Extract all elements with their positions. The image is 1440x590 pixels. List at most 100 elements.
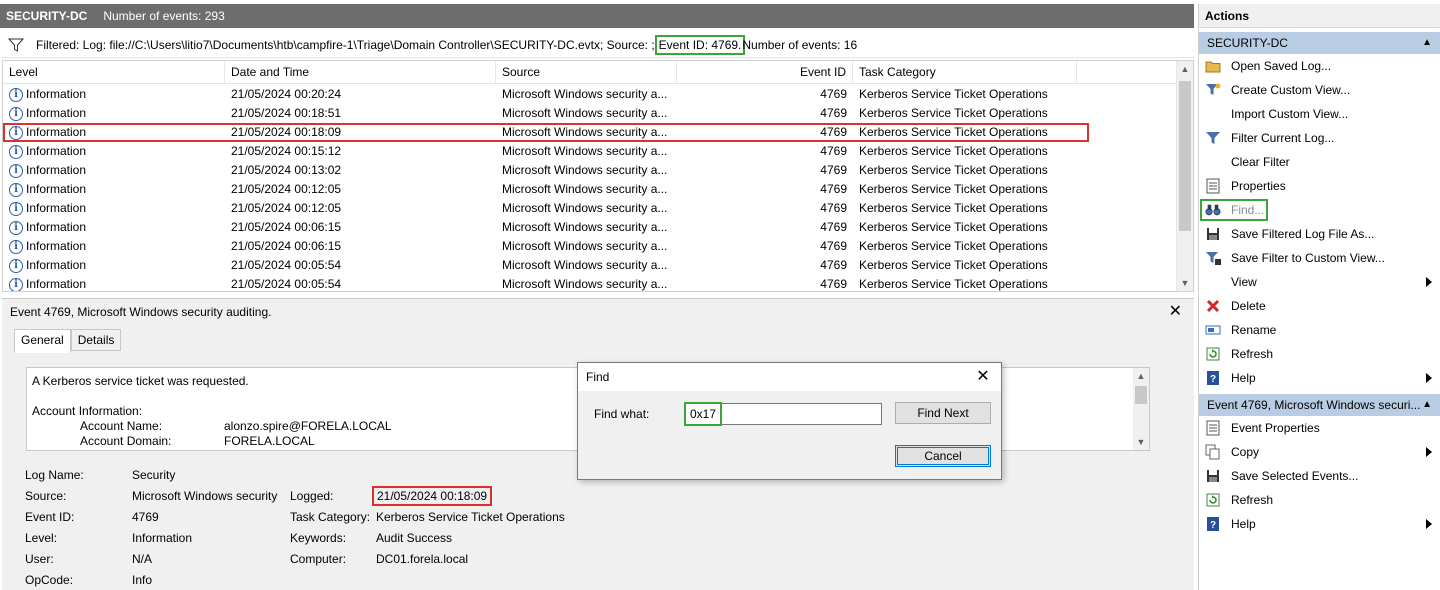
column-header-source[interactable]: Source xyxy=(496,61,677,84)
action-refresh[interactable]: Refresh xyxy=(1199,342,1440,366)
date-cell: 21/05/2024 00:12:05 xyxy=(231,182,342,196)
column-header-event-id[interactable]: Event ID xyxy=(677,61,853,84)
scroll-thumb[interactable] xyxy=(1135,386,1147,404)
column-header-date[interactable]: Date and Time xyxy=(225,61,496,84)
table-row[interactable]: i Information 21/05/2024 00:20:24 Microsoft… xyxy=(3,85,1177,104)
action-open-saved-log[interactable]: Open Saved Log... xyxy=(1199,54,1440,78)
user-value: N/A xyxy=(132,552,153,566)
action-save-filtered-log-file-as[interactable]: Save Filtered Log File As... xyxy=(1199,222,1440,246)
action-refresh[interactable]: Refresh xyxy=(1199,488,1440,512)
actions-list-log: Open Saved Log... Create Custom View... Im… xyxy=(1199,54,1440,390)
submenu-arrow-icon xyxy=(1426,447,1432,457)
folder-icon xyxy=(1205,58,1221,74)
information-icon: i xyxy=(9,182,23,197)
action-label: Save Filter to Custom View... xyxy=(1231,251,1385,265)
action-label: Save Selected Events... xyxy=(1231,469,1359,483)
table-row[interactable]: i Information 21/05/2024 00:06:15 Microsoft… xyxy=(3,237,1177,256)
column-header-task-category[interactable]: Task Category xyxy=(853,61,1077,84)
task-category-cell: Kerberos Service Ticket Operations xyxy=(859,106,1048,120)
user-label: User: xyxy=(25,552,54,566)
table-row[interactable]: i Information 21/05/2024 00:12:05 Microsoft… xyxy=(3,180,1177,199)
action-event-properties[interactable]: Event Properties xyxy=(1199,416,1440,440)
event-id-cell: 4769 xyxy=(820,144,847,158)
section-title: Event 4769, Microsoft Windows securi... xyxy=(1207,398,1421,412)
action-view[interactable]: View xyxy=(1199,270,1440,294)
save-icon xyxy=(1205,468,1221,484)
find-next-button[interactable]: Find Next xyxy=(895,402,991,424)
events-grid[interactable]: Level Date and Time Source Event ID Task… xyxy=(2,60,1194,292)
level-text: Information xyxy=(26,125,87,139)
table-row[interactable]: i Information 21/05/2024 00:05:54 Microsoft… xyxy=(3,256,1177,275)
action-find[interactable]: Find... xyxy=(1199,198,1269,222)
description-scrollbar[interactable]: ▲ ▼ xyxy=(1133,368,1149,450)
date-cell: 21/05/2024 00:18:09 xyxy=(231,125,342,139)
level-value: Information xyxy=(132,531,193,545)
table-row[interactable]: i Information 21/05/2024 00:13:02 Microsoft… xyxy=(3,161,1177,180)
level-text: Information xyxy=(26,87,87,101)
date-cell: 21/05/2024 00:20:24 xyxy=(231,87,342,101)
action-help[interactable]: ? Help xyxy=(1199,366,1440,390)
information-icon: i xyxy=(9,163,23,178)
actions-section-log[interactable]: SECURITY-DC ▲ xyxy=(1199,32,1440,54)
action-label: Help xyxy=(1231,371,1256,385)
action-create-custom-view[interactable]: Create Custom View... xyxy=(1199,78,1440,102)
close-icon[interactable]: ✕ xyxy=(1169,301,1182,321)
information-icon: i xyxy=(9,258,23,273)
actions-section-event[interactable]: Event 4769, Microsoft Windows securi... … xyxy=(1199,394,1440,416)
task-category-cell: Kerberos Service Ticket Operations xyxy=(859,163,1048,177)
account-domain-value: FORELA.LOCAL xyxy=(224,434,315,448)
table-row[interactable]: i Information 21/05/2024 00:12:05 Microsoft… xyxy=(3,199,1177,218)
level-text: Information xyxy=(26,163,87,177)
tab-details[interactable]: Details xyxy=(70,329,122,351)
table-row[interactable]: i Information 21/05/2024 00:18:09 Microsoft… xyxy=(3,123,1089,142)
level-label: Level: xyxy=(25,531,58,545)
action-label: Refresh xyxy=(1231,347,1274,361)
level-cell: i Information xyxy=(3,218,225,237)
filter-event-count: Number of events: 16 xyxy=(742,37,858,52)
scroll-down-arrow[interactable]: ▼ xyxy=(1133,434,1149,450)
task-category-cell: Kerberos Service Ticket Operations xyxy=(859,201,1048,215)
task-category-cell: Kerberos Service Ticket Operations xyxy=(859,87,1048,101)
log-event-count: Number of events: 293 xyxy=(103,9,225,23)
keywords-value: Audit Success xyxy=(376,531,453,545)
rename-icon xyxy=(1205,322,1221,338)
scroll-down-arrow[interactable]: ▼ xyxy=(1177,275,1193,291)
scroll-thumb[interactable] xyxy=(1179,81,1191,231)
action-save-filter-to-custom-view[interactable]: Save Filter to Custom View... xyxy=(1199,246,1440,270)
action-clear-filter[interactable]: Clear Filter xyxy=(1199,150,1440,174)
funnel-star-icon xyxy=(1205,82,1221,98)
collapse-icon[interactable]: ▲ xyxy=(1422,32,1432,54)
scroll-up-arrow[interactable]: ▲ xyxy=(1177,61,1193,77)
table-row[interactable]: i Information 21/05/2024 00:15:12 Microsoft… xyxy=(3,142,1177,161)
task-category-cell: Kerberos Service Ticket Operations xyxy=(859,144,1048,158)
action-rename[interactable]: Rename xyxy=(1199,318,1440,342)
level-cell: i Information xyxy=(3,237,225,256)
cancel-button[interactable]: Cancel xyxy=(895,445,991,467)
opcode-label: OpCode: xyxy=(25,573,74,587)
task-category-cell: Kerberos Service Ticket Operations xyxy=(859,258,1048,272)
action-save-selected-events[interactable]: Save Selected Events... xyxy=(1199,464,1440,488)
action-import-custom-view[interactable]: Import Custom View... xyxy=(1199,102,1440,126)
action-copy[interactable]: Copy xyxy=(1199,440,1440,464)
action-delete[interactable]: Delete xyxy=(1199,294,1440,318)
source-cell: Microsoft Windows security a... xyxy=(502,201,668,215)
close-icon[interactable]: ✕ xyxy=(965,363,1001,391)
event-id-label: Event ID: xyxy=(25,510,75,524)
action-help[interactable]: ? Help xyxy=(1199,512,1440,536)
information-icon: i xyxy=(9,220,23,235)
tab-general[interactable]: General xyxy=(14,329,71,353)
action-properties[interactable]: Properties xyxy=(1199,174,1440,198)
information-icon: i xyxy=(9,125,23,140)
table-row[interactable]: i Information 21/05/2024 00:05:54 Microsoft… xyxy=(3,275,1177,291)
scroll-up-arrow[interactable]: ▲ xyxy=(1133,368,1149,384)
column-header-level[interactable]: Level xyxy=(3,61,225,84)
collapse-icon[interactable]: ▲ xyxy=(1422,394,1432,416)
action-filter-current-log[interactable]: Filter Current Log... xyxy=(1199,126,1440,150)
find-what-input[interactable]: 0x17 xyxy=(683,402,882,426)
level-cell: i Information xyxy=(3,199,225,218)
grid-scrollbar[interactable]: ▲ ▼ xyxy=(1176,61,1193,291)
table-row[interactable]: i Information 21/05/2024 00:18:51 Microsoft… xyxy=(3,104,1177,123)
svg-text:?: ? xyxy=(1210,520,1216,531)
task-category-cell: Kerberos Service Ticket Operations xyxy=(859,125,1048,139)
table-row[interactable]: i Information 21/05/2024 00:06:15 Microsoft… xyxy=(3,218,1177,237)
